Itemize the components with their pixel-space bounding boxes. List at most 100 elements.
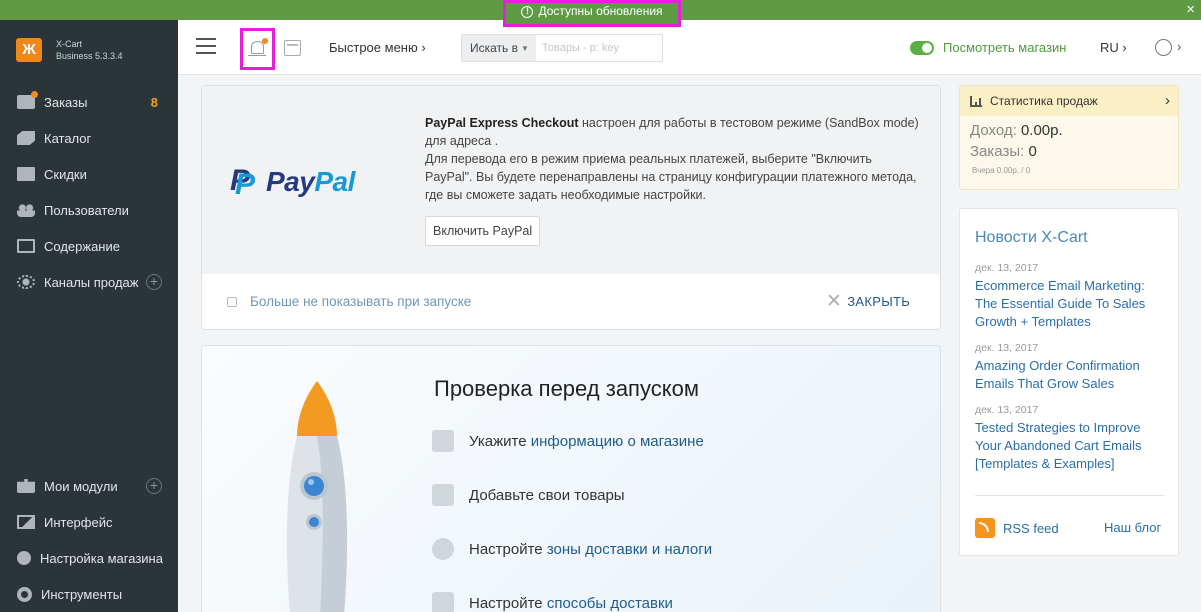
user-menu-chevron[interactable]: › [1177, 39, 1181, 54]
news-link[interactable]: Amazing Order Confirmation Emails That G… [975, 357, 1165, 393]
sidebar-item-users[interactable]: Пользователи [0, 192, 178, 228]
yesterday-stats: Вчера 0.00р. / 0 [972, 166, 1031, 175]
gift-icon [17, 167, 35, 181]
user-icon[interactable] [1155, 39, 1172, 56]
sidebar: Ж X-Cart Business 5.3.3.4 Заказы 8 Катал… [0, 20, 178, 612]
language-selector[interactable]: RU › [1100, 40, 1127, 55]
caret-down-icon: ▼ [521, 43, 529, 53]
shipping-zones-link[interactable]: зоны доставки и налоги [547, 541, 712, 558]
paypal-logo-word-light: Pal [314, 166, 355, 197]
sidebar-item-label: Скидки [44, 166, 87, 182]
search-group: Искать в ▼ [461, 34, 663, 62]
notifications-button[interactable] [240, 28, 275, 70]
tag-icon [17, 131, 35, 145]
paypal-description: PayPal Express Checkout настроен для раб… [425, 114, 920, 204]
close-icon[interactable]: × [1186, 1, 1195, 18]
divider [975, 495, 1165, 496]
launch-item-store-info[interactable]: Укажите информацию о магазине [432, 430, 704, 452]
sales-channels-icon [17, 275, 35, 289]
sales-stats-header[interactable]: Статистика продаж › [960, 86, 1178, 116]
sidebar-item-label: Заказы [44, 94, 88, 110]
paypal-logo: P P PayPal [230, 164, 355, 201]
add-products-link[interactable]: Добавьте свои товары [469, 487, 625, 504]
paypal-title: PayPal Express Checkout [425, 116, 579, 130]
sidebar-item-label: Каталог [44, 130, 92, 146]
sales-stats-card: Статистика продаж › Доход: 0.00р. Заказы… [959, 85, 1179, 190]
sidebar-nav-main: Заказы 8 Каталог Скидки Пользователи Сод… [0, 84, 178, 300]
notification-dot [262, 38, 268, 44]
launch-item-shipping-zones[interactable]: Настройте зоны доставки и налоги [432, 538, 712, 560]
updates-available-link[interactable]: ! Доступны обновления [503, 0, 681, 27]
news-title: Новости X-Cart [975, 229, 1088, 246]
news-link[interactable]: Ecommerce Email Marketing: The Essential… [975, 277, 1165, 331]
sidebar-item-content[interactable]: Содержание [0, 228, 178, 264]
brand[interactable]: Ж X-Cart Business 5.3.3.4 [16, 38, 123, 62]
rss-feed-link[interactable]: RSS feed [975, 518, 1059, 538]
sidebar-item-discounts[interactable]: Скидки [0, 156, 178, 192]
search-scope-select[interactable]: Искать в ▼ [462, 35, 536, 61]
news-link[interactable]: Tested Strategies to Improve Your Abando… [975, 419, 1165, 473]
quick-menu-link[interactable]: Быстрое меню › [329, 40, 426, 55]
info-icon [17, 551, 31, 565]
launch-checklist-card: Проверка перед запуском Укажите информац… [201, 345, 941, 612]
sidebar-item-label: Каналы продаж [44, 274, 139, 290]
shipping-methods-link[interactable]: способы доставки [547, 595, 673, 612]
sidebar-item-tools[interactable]: Инструменты [0, 576, 178, 612]
content-icon [17, 239, 35, 253]
orders-count-badge: 8 [150, 94, 158, 110]
sidebar-item-label: Интерфейс [44, 514, 113, 530]
add-sales-channel-button[interactable]: + [146, 274, 162, 290]
updates-available-label: Доступны обновления [538, 4, 663, 18]
sidebar-item-orders[interactable]: Заказы 8 [0, 84, 178, 120]
income-label: Доход: [970, 122, 1017, 139]
dont-show-checkbox[interactable]: Больше не показывать при запуске [227, 294, 471, 309]
orders-value: 0 [1028, 143, 1037, 160]
orders-label: Заказы: [970, 143, 1025, 160]
paypal-mark-icon: P P [230, 164, 256, 201]
paypal-line2: Для перевода его в режим приема реальных… [425, 152, 917, 202]
view-store-link[interactable]: Посмотреть магазин [910, 40, 1066, 55]
sidebar-item-sales-channels[interactable]: Каналы продаж + [0, 264, 178, 300]
launch-title: Проверка перед запуском [434, 376, 699, 401]
search-input[interactable] [536, 35, 662, 61]
income-value: 0.00р. [1020, 122, 1063, 139]
xcart-logo-icon: Ж [16, 38, 42, 62]
checkbox[interactable] [227, 296, 237, 307]
store-status-toggle[interactable] [910, 40, 934, 55]
menu-icon[interactable] [196, 38, 216, 54]
sidebar-item-my-modules[interactable]: Мои модули + [0, 468, 178, 504]
sidebar-item-store-setup[interactable]: Настройка магазина [0, 540, 178, 576]
image-icon [17, 515, 35, 529]
percent-icon [432, 538, 454, 560]
shipping-icon [432, 592, 454, 612]
sidebar-item-label: Мои модули [44, 478, 118, 494]
blog-link[interactable]: Наш блог [1104, 520, 1161, 535]
launch-item-shipping-methods[interactable]: Настройте способы доставки [432, 592, 673, 612]
paypal-logo-word-dark: Pay [266, 166, 315, 197]
bar-chart-icon [970, 95, 982, 107]
calendar-icon[interactable] [284, 40, 301, 56]
info-icon: ! [521, 6, 534, 18]
sidebar-item-label: Настройка магазина [40, 550, 163, 566]
close-icon: ✕ [826, 291, 843, 312]
launch-item-add-products[interactable]: Добавьте свои товары [432, 484, 625, 506]
sidebar-item-label: Пользователи [44, 202, 129, 218]
news-date: дек. 13, 2017 [975, 262, 1039, 274]
news-date: дек. 13, 2017 [975, 404, 1039, 416]
sidebar-item-interface[interactable]: Интерфейс [0, 504, 178, 540]
close-button[interactable]: ✕ ЗАКРЫТЬ [826, 291, 910, 312]
sidebar-nav-bottom: Мои модули + Интерфейс Настройка магазин… [0, 468, 178, 612]
dont-show-label: Больше не показывать при запуске [250, 294, 472, 309]
store-info-link[interactable]: информацию о магазине [531, 433, 704, 450]
news-item: дек. 13, 2017 Ecommerce Email Marketing:… [975, 262, 1165, 331]
sales-stats-title: Статистика продаж [990, 94, 1098, 108]
income-line: Доход: 0.00р. [960, 120, 1178, 141]
chevron-right-icon: › [1165, 92, 1170, 109]
sidebar-item-catalog[interactable]: Каталог [0, 120, 178, 156]
add-module-button[interactable]: + [146, 478, 162, 494]
box-icon [432, 484, 454, 506]
top-header: Быстрое меню › Искать в ▼ Посмотреть маг… [178, 20, 1201, 75]
puzzle-icon [17, 479, 35, 493]
brand-version: Business 5.3.3.4 [56, 51, 123, 61]
enable-paypal-button[interactable]: Включить PayPal [425, 216, 541, 246]
